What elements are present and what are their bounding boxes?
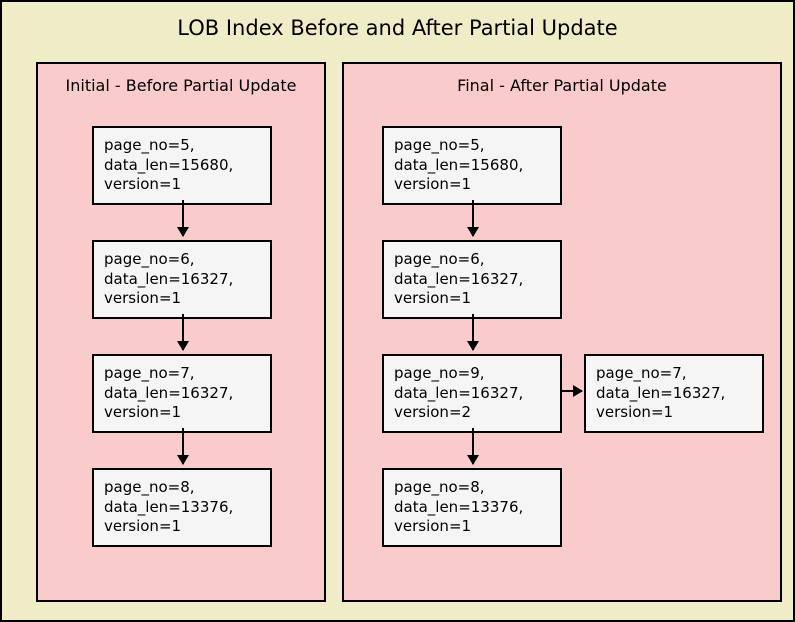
arrow-down-icon: [472, 200, 474, 236]
value: 1: [664, 403, 674, 421]
arrow-right-icon: [562, 390, 582, 392]
initial-node-1: page_no=5, data_len=15680, version=1: [92, 126, 272, 205]
value: 1: [462, 175, 472, 193]
initial-node-3: page_no=7, data_len=16327, version=1: [92, 354, 272, 433]
value: 6: [180, 250, 190, 268]
final-node-3: page_no=9, data_len=16327, version=2: [382, 354, 562, 433]
value: 1: [172, 403, 182, 421]
value: 1: [462, 517, 472, 535]
panel-final-title: Final - After Partial Update: [344, 76, 780, 95]
value: 1: [172, 517, 182, 535]
value: 9: [470, 364, 480, 382]
final-node-4: page_no=8, data_len=13376, version=1: [382, 468, 562, 547]
value: 16327: [673, 384, 721, 402]
arrow-down-icon: [182, 428, 184, 464]
initial-node-2: page_no=6, data_len=16327, version=1: [92, 240, 272, 319]
value: 5: [470, 136, 480, 154]
value: 15680: [471, 156, 519, 174]
value: 16327: [471, 270, 519, 288]
diagram-title: LOB Index Before and After Partial Updat…: [2, 16, 793, 40]
panel-initial-title: Initial - Before Partial Update: [38, 76, 324, 95]
diagram-frame: LOB Index Before and After Partial Updat…: [0, 0, 795, 622]
value: 5: [180, 136, 190, 154]
arrow-down-icon: [472, 428, 474, 464]
final-node-1: page_no=5, data_len=15680, version=1: [382, 126, 562, 205]
value: 7: [672, 364, 682, 382]
value: 1: [172, 289, 182, 307]
initial-node-4: page_no=8, data_len=13376, version=1: [92, 468, 272, 547]
value: 7: [180, 364, 190, 382]
value: 8: [180, 478, 190, 496]
panel-initial: Initial - Before Partial Update page_no=…: [36, 62, 326, 602]
value: 16327: [181, 384, 229, 402]
value: 13376: [471, 498, 519, 516]
value: 1: [462, 289, 472, 307]
arrow-down-icon: [182, 314, 184, 350]
panel-final: Final - After Partial Update page_no=5, …: [342, 62, 782, 602]
value: 13376: [181, 498, 229, 516]
value: 6: [470, 250, 480, 268]
final-node-2: page_no=6, data_len=16327, version=1: [382, 240, 562, 319]
value: 8: [470, 478, 480, 496]
value: 16327: [471, 384, 519, 402]
value: 1: [172, 175, 182, 193]
final-side-node: page_no=7, data_len=16327, version=1: [584, 354, 764, 433]
arrow-down-icon: [182, 200, 184, 236]
value: 2: [462, 403, 472, 421]
value: 15680: [181, 156, 229, 174]
arrow-down-icon: [472, 314, 474, 350]
value: 16327: [181, 270, 229, 288]
